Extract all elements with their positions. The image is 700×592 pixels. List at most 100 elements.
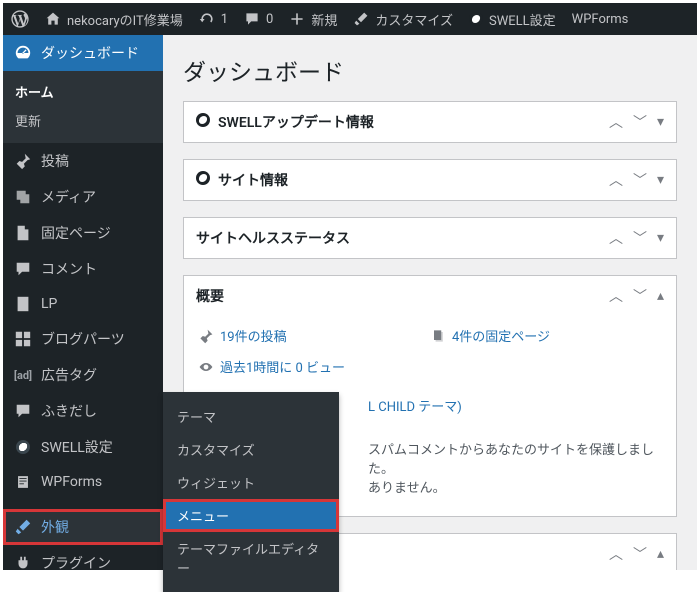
move-down-icon[interactable]: ﹀ — [633, 228, 647, 248]
wpforms-link[interactable]: WPForms — [564, 3, 637, 35]
sidebar-item-label: 固定ページ — [41, 223, 111, 243]
sidebar-item-appearance[interactable]: 外観 — [3, 509, 163, 545]
postbox-site-info: サイト情報 ︿ ﹀ ▾ — [183, 159, 677, 201]
sidebar-item-label: ダッシュボード — [41, 43, 139, 63]
new-content-link[interactable]: 新規 — [281, 3, 345, 35]
sidebar-item-label: ふきだし — [41, 401, 97, 421]
sidebar-item-dashboard[interactable]: ダッシュボード — [3, 35, 163, 71]
dashboard-submenu: ホーム 更新 — [3, 71, 163, 143]
submenu-home[interactable]: ホーム — [3, 77, 163, 106]
sidebar-item-wpforms[interactable]: WPForms — [3, 465, 163, 499]
update-icon — [199, 11, 215, 27]
spam-protection-text-2: ありません。 — [368, 477, 662, 496]
submenu-updates[interactable]: 更新 — [3, 106, 163, 135]
comment-icon — [13, 260, 33, 278]
swell-icon — [196, 171, 210, 189]
page-title: ダッシュボード — [183, 53, 677, 87]
eye-icon — [198, 359, 214, 375]
speech-icon — [13, 402, 33, 420]
flyout-theme-editor[interactable]: テーマファイルエディター — [163, 532, 339, 584]
views-link[interactable]: 過去1時間に 0 ビュー — [220, 357, 345, 376]
site-name-link[interactable]: nekocaryのIT修業場 — [37, 3, 191, 35]
postbox-title: サイト情報 — [218, 170, 288, 190]
toggle-icon[interactable]: ▾ — [657, 114, 664, 130]
comment-icon — [244, 11, 260, 27]
postbox-site-health: サイトヘルスステータス ︿ ﹀ ▾ — [183, 217, 677, 259]
move-up-icon[interactable]: ︿ — [609, 170, 623, 190]
pin-icon — [198, 328, 214, 344]
sidebar-item-label: コメント — [41, 259, 97, 279]
sidebar-item-adtag[interactable]: [ad] 広告タグ — [3, 357, 163, 393]
updates-count: 1 — [221, 12, 228, 27]
sidebar-item-plugins[interactable]: プラグイン — [3, 545, 163, 581]
page-icon — [13, 224, 33, 242]
postbox-swell-update: SWELLアップデート情報 ︿ ﹀ ▾ — [183, 101, 677, 143]
appearance-flyout: テーマ カスタマイズ ウィジェット メニュー テーマファイルエディター — [163, 392, 339, 592]
swell-icon — [469, 12, 483, 26]
brush-icon — [353, 11, 369, 27]
flyout-widgets[interactable]: ウィジェット — [163, 466, 339, 499]
plus-icon — [289, 11, 305, 27]
swell-icon — [196, 113, 210, 131]
swell-icon — [13, 440, 33, 454]
sidebar-item-comments[interactable]: コメント — [3, 251, 163, 287]
updates-link[interactable]: 1 — [191, 3, 236, 35]
sidebar-item-pages[interactable]: 固定ページ — [3, 215, 163, 251]
toggle-icon[interactable]: ▾ — [657, 230, 664, 246]
sidebar-item-blogparts[interactable]: ブログパーツ — [3, 321, 163, 357]
swell-settings-link[interactable]: SWELL設定 — [461, 3, 564, 35]
move-up-icon[interactable]: ︿ — [609, 112, 623, 132]
form-icon — [13, 473, 33, 491]
site-name: nekocaryのIT修業場 — [67, 10, 183, 29]
move-down-icon[interactable]: ﹀ — [633, 112, 647, 132]
sidebar-item-label: SWELL設定 — [41, 437, 113, 457]
spam-protection-text-1: スパムコメントからあなたのサイトを保護しました。 — [368, 439, 662, 477]
sidebar-item-label: ブログパーツ — [41, 329, 125, 349]
move-down-icon[interactable]: ﹀ — [633, 170, 647, 190]
sidebar-item-media[interactable]: メディア — [3, 179, 163, 215]
pin-icon — [13, 152, 33, 170]
new-label: 新規 — [311, 10, 337, 29]
sidebar-item-label: 広告タグ — [41, 365, 97, 385]
sidebar-item-swell[interactable]: SWELL設定 — [3, 429, 163, 465]
move-up-icon[interactable]: ︿ — [609, 544, 623, 564]
toggle-icon[interactable]: ▴ — [657, 288, 664, 304]
flyout-themes[interactable]: テーマ — [163, 400, 339, 433]
ad-icon: [ad] — [13, 369, 33, 382]
sidebar-item-fukidashi[interactable]: ふきだし — [3, 393, 163, 429]
home-icon — [45, 11, 61, 27]
doc-icon — [13, 295, 33, 313]
pages-count-link[interactable]: 4件の固定ページ — [452, 326, 550, 345]
media-icon — [13, 188, 33, 206]
wordpress-icon — [11, 10, 29, 28]
posts-count-link[interactable]: 19件の投稿 — [220, 326, 287, 345]
comments-count: 0 — [266, 12, 273, 27]
wp-logo[interactable] — [3, 3, 37, 35]
flyout-customize[interactable]: カスタマイズ — [163, 433, 339, 466]
move-down-icon[interactable]: ﹀ — [633, 544, 647, 564]
customize-link[interactable]: カスタマイズ — [345, 3, 461, 35]
copy-icon — [430, 328, 446, 344]
sidebar-item-posts[interactable]: 投稿 — [3, 143, 163, 179]
admin-bar: nekocaryのIT修業場 1 0 新規 カスタマイズ — [3, 3, 697, 35]
sidebar-item-lp[interactable]: LP — [3, 287, 163, 321]
toggle-icon[interactable]: ▴ — [657, 546, 664, 562]
dashboard-icon — [13, 44, 33, 62]
sidebar-item-label: LP — [41, 296, 57, 312]
sidebar-item-label: メディア — [41, 187, 96, 207]
postbox-title: SWELLアップデート情報 — [218, 112, 374, 132]
sidebar-item-label: 外観 — [41, 517, 69, 537]
theme-link[interactable]: L CHILD テーマ) — [368, 396, 462, 415]
comments-link[interactable]: 0 — [236, 3, 281, 35]
sidebar-item-label: プラグイン — [41, 553, 111, 573]
grid-icon — [13, 330, 33, 348]
sidebar-item-label: 投稿 — [41, 151, 69, 171]
move-up-icon[interactable]: ︿ — [609, 286, 623, 306]
flyout-menus[interactable]: メニュー — [163, 499, 339, 532]
wpforms-label: WPForms — [572, 12, 629, 27]
move-up-icon[interactable]: ︿ — [609, 228, 623, 248]
plugin-icon — [13, 554, 33, 572]
admin-sidebar: ダッシュボード ホーム 更新 投稿 メディア 固定ページ コメント LP ブロ — [3, 35, 163, 570]
toggle-icon[interactable]: ▾ — [657, 172, 664, 188]
move-down-icon[interactable]: ﹀ — [633, 286, 647, 306]
